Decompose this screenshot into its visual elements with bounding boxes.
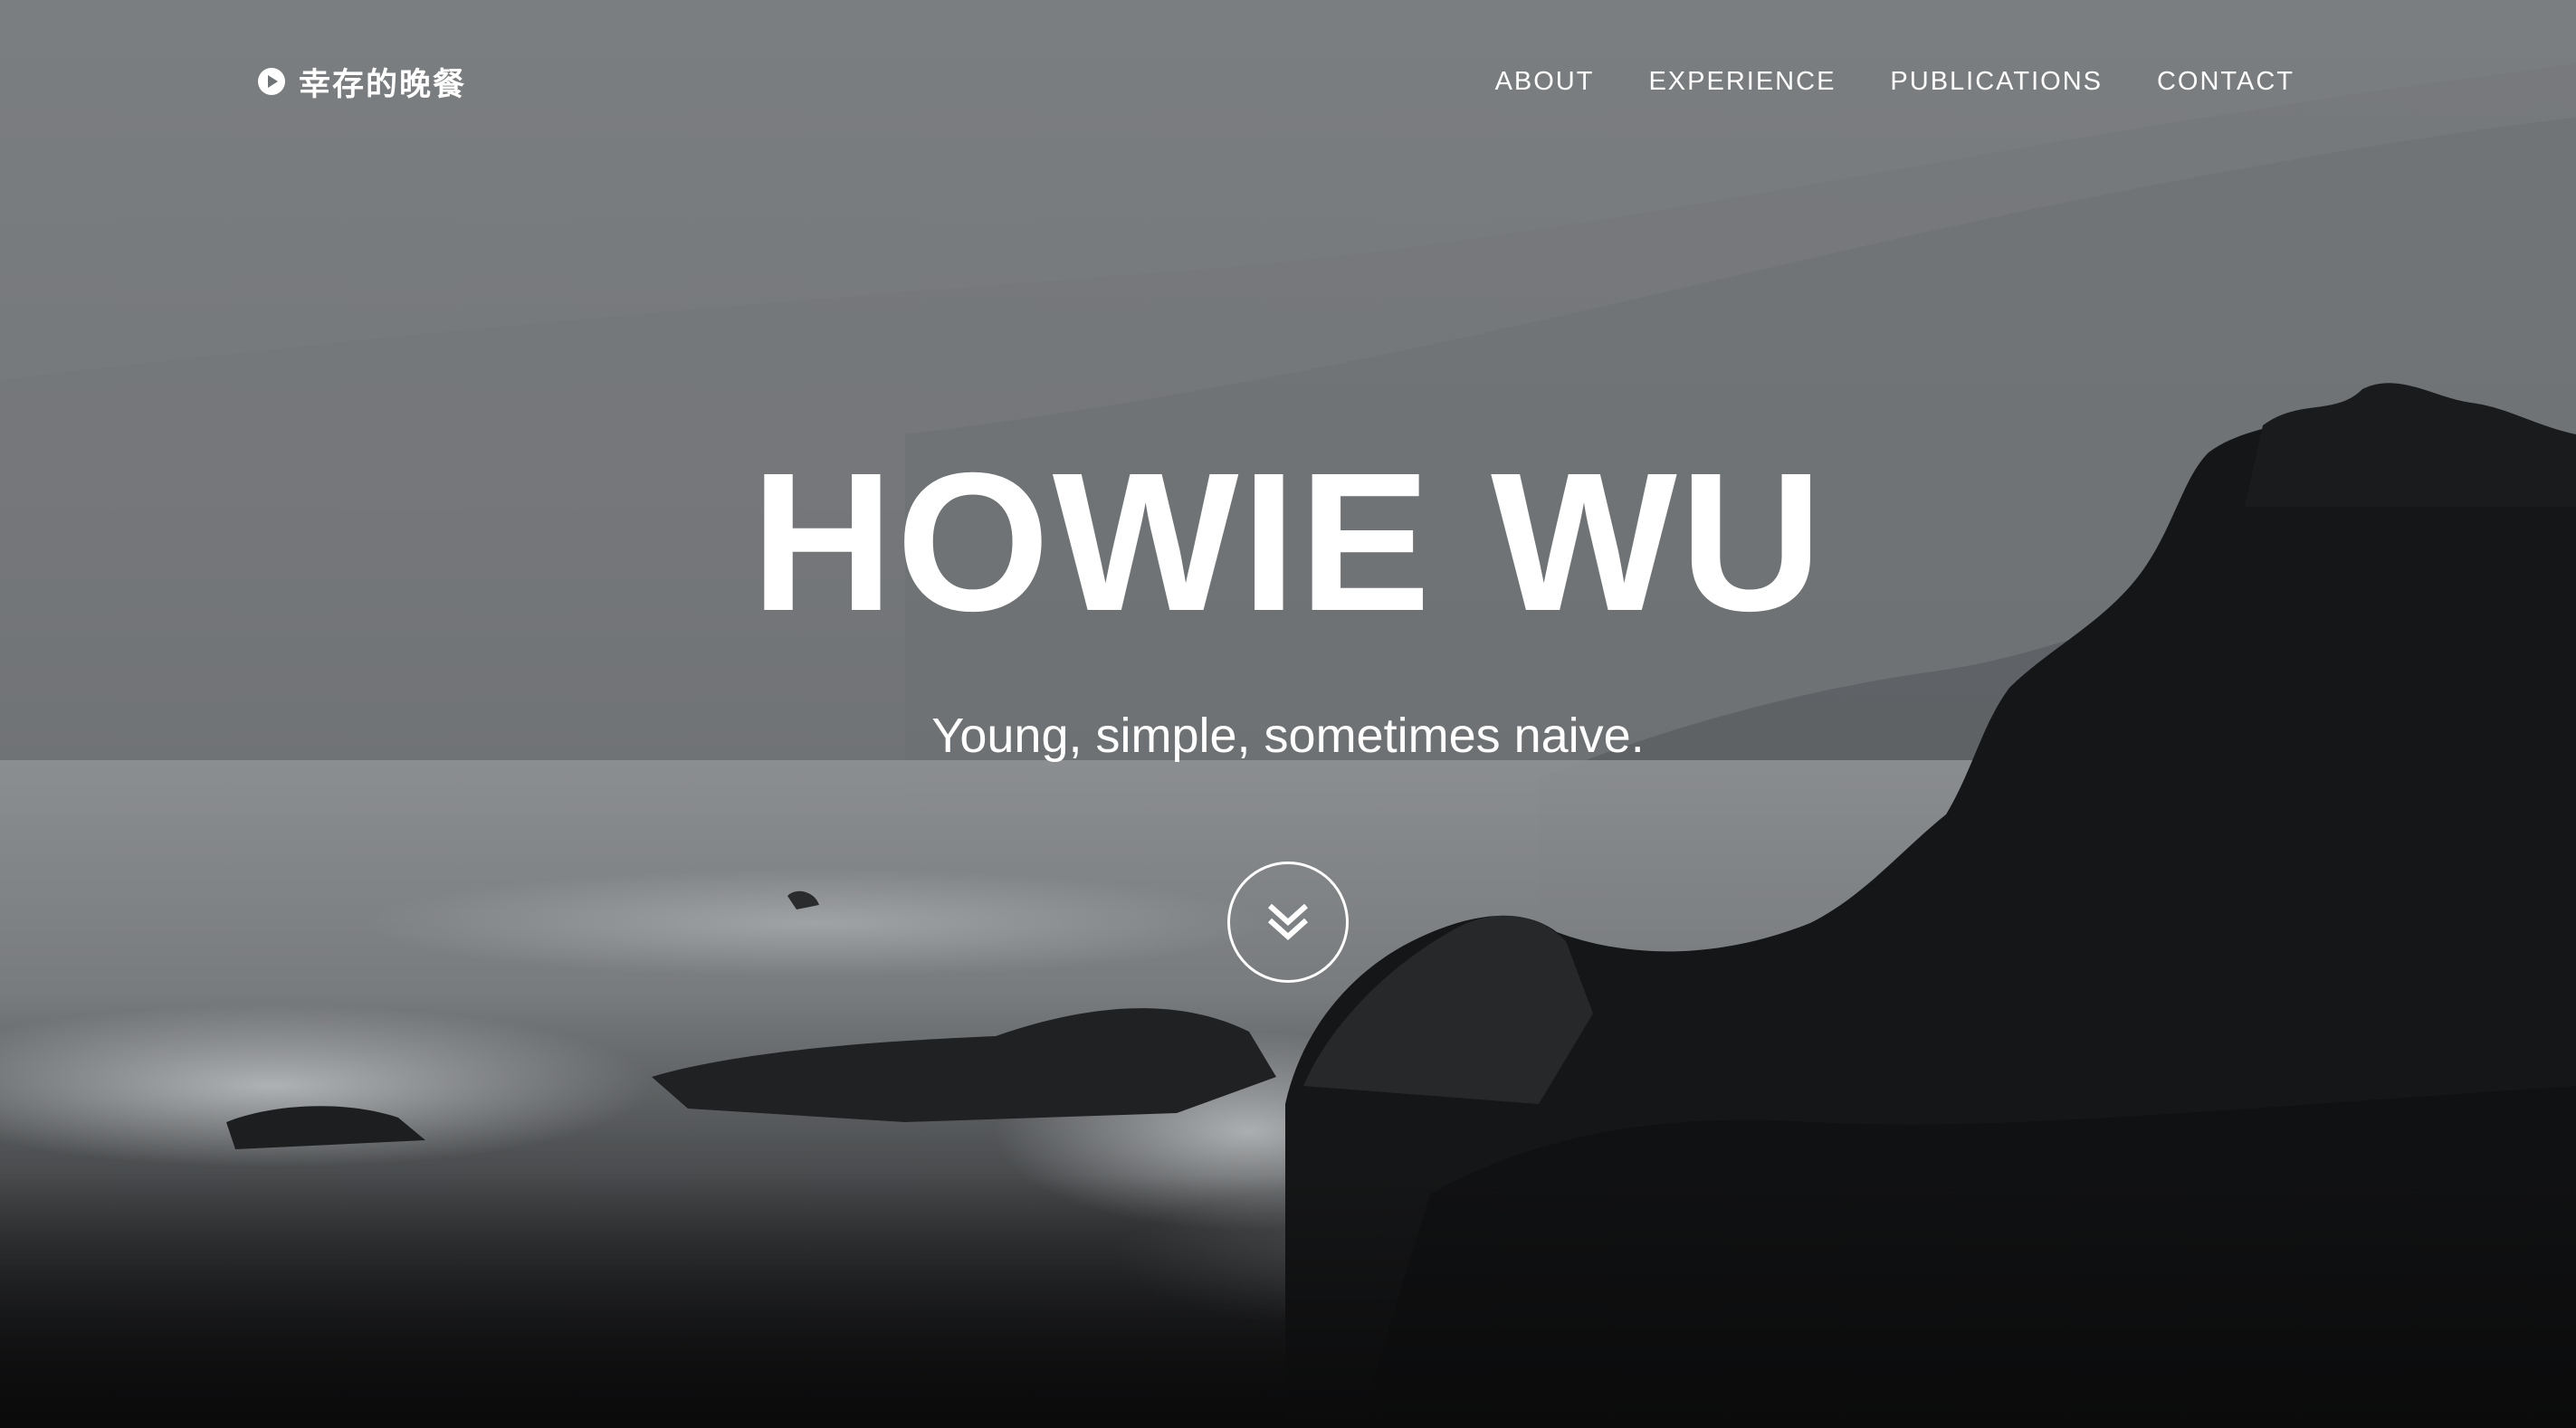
nav-links: ABOUT EXPERIENCE PUBLICATIONS CONTACT bbox=[1495, 63, 2295, 100]
nav-link-publications[interactable]: PUBLICATIONS bbox=[1890, 63, 2103, 100]
hero-section: 幸存的晚餐 ABOUT EXPERIENCE PUBLICATIONS CONT… bbox=[0, 0, 2576, 1428]
double-chevron-down-icon bbox=[1264, 899, 1312, 946]
brand-link[interactable]: 幸存的晚餐 bbox=[257, 60, 466, 103]
scroll-down-button[interactable] bbox=[1227, 862, 1349, 983]
nav-link-contact[interactable]: CONTACT bbox=[2157, 63, 2295, 100]
brand-label: 幸存的晚餐 bbox=[299, 66, 467, 103]
nav-link-experience[interactable]: EXPERIENCE bbox=[1648, 63, 1836, 100]
top-navbar: 幸存的晚餐 ABOUT EXPERIENCE PUBLICATIONS CONT… bbox=[0, 0, 2576, 163]
hero-title: HOWIE WU bbox=[750, 433, 1826, 652]
hero-subtitle: Young, simple, sometimes naive. bbox=[931, 709, 1645, 763]
nav-link-about[interactable]: ABOUT bbox=[1495, 63, 1595, 100]
play-circle-icon bbox=[257, 67, 286, 96]
